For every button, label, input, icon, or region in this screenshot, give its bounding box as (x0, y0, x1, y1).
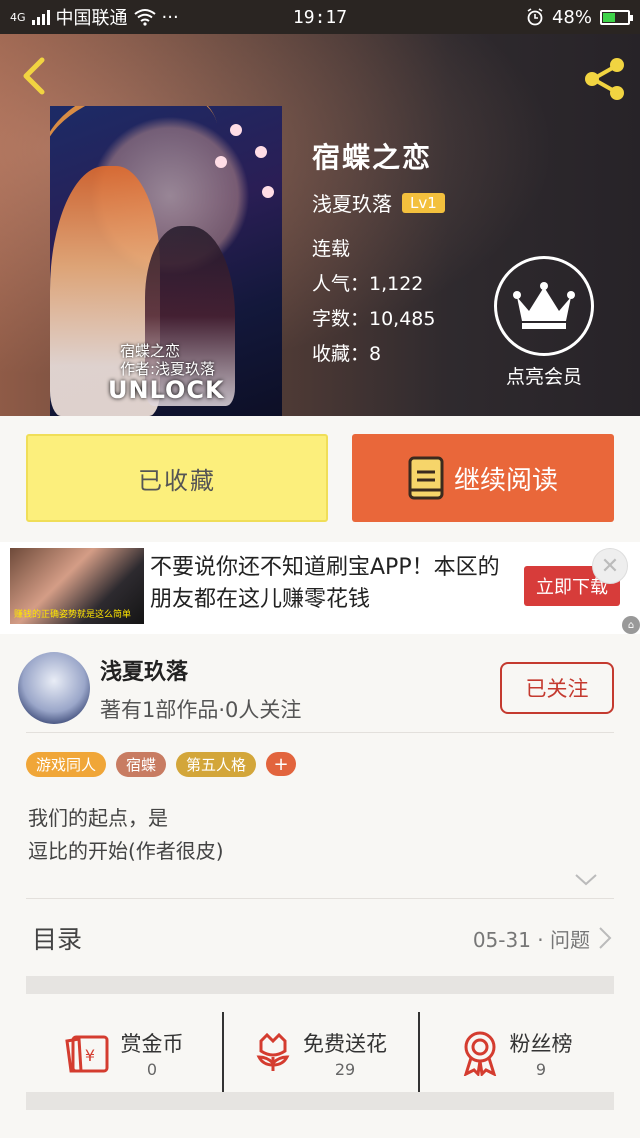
author-row: 浅夏玖落 Lv1 (312, 188, 445, 217)
back-button[interactable] (14, 54, 58, 98)
catalog-latest-chapter: 05-31 · 问题 (472, 927, 590, 952)
cover-caption-title: 宿蝶之恋 (120, 342, 181, 360)
battery-icon (600, 9, 633, 25)
popularity-stat: 人气：1,122 (312, 273, 424, 295)
author-name[interactable]: 浅夏玖落 (100, 654, 188, 686)
book-intro: 我们的起点，是 逗比的开始(作者很皮) (28, 806, 224, 863)
tag-list: 游戏同人 宿蝶 第五人格 + (26, 752, 297, 777)
carrier-name: 中国联通 (55, 8, 128, 29)
fan-ranking-label: 粉丝榜 (509, 1031, 573, 1056)
tag-item[interactable]: 游戏同人 (26, 752, 107, 777)
free-flower-label: 免费送花 (303, 1031, 387, 1056)
book-hero: 宿蝶之恋 作者:浅夏玖落 UNLOCK 宿蝶之恋 浅夏玖落 Lv1 连载 人气：… (0, 34, 640, 416)
red-envelope-icon: ¥ (64, 1035, 108, 1073)
section-gap (26, 976, 614, 994)
level-badge: Lv1 (402, 192, 445, 213)
ad-text: 不要说你还不知道刷宝APP！本区的朋友都在这儿赚零花钱 (150, 555, 500, 612)
favorites-stat: 收藏：8 (312, 343, 382, 365)
cover-blossom (215, 156, 227, 168)
battery-percent: 48% (551, 6, 592, 28)
tag-item[interactable]: 宿蝶 (116, 752, 167, 777)
author-section: 浅夏玖落 著有1部作品·0人关注 已关注 游戏同人 宿蝶 第五人格 + 我们的起… (0, 634, 640, 1138)
chevron-left-icon (23, 57, 45, 95)
vip-circle (494, 256, 594, 356)
close-icon: ✕ (600, 553, 620, 579)
network-type: 4G (10, 10, 26, 24)
book-icon (408, 456, 444, 500)
alarm-icon (527, 8, 543, 26)
expand-button[interactable] (574, 872, 598, 886)
book-cover[interactable]: 宿蝶之恋 作者:浅夏玖落 UNLOCK (50, 106, 282, 416)
reward-coin-value: 0 (146, 1059, 158, 1079)
cover-blossom (262, 186, 274, 198)
cover-logo: UNLOCK (108, 376, 225, 404)
ad-banner[interactable]: 赚钱的正确姿势就是这么简单 不要说你还不知道刷宝APP！本区的朋友都在这儿赚零花… (0, 542, 640, 634)
ad-thumb-caption: 赚钱的正确姿势就是这么简单 (14, 610, 132, 620)
continue-reading-label: 继续阅读 (453, 465, 558, 496)
more-dots: ··· (161, 6, 179, 28)
share-icon (585, 58, 624, 100)
medal-icon (463, 1031, 496, 1076)
signal-icon (31, 9, 50, 25)
fan-ranking-value: 9 (535, 1059, 547, 1079)
vip-button[interactable]: 点亮会员 (494, 256, 594, 389)
chevron-down-icon (575, 874, 597, 886)
ad-thumbnail: 赚钱的正确姿势就是这么简单 (10, 548, 144, 624)
catalog-title: 目录 (32, 925, 83, 954)
catalog-row[interactable]: 目录 05-31 · 问题 (26, 900, 614, 976)
avatar[interactable] (18, 652, 90, 724)
battery-level-fill (603, 12, 615, 22)
follow-button[interactable]: 已关注 (500, 662, 614, 714)
tag-item[interactable]: 第五人格 (176, 752, 257, 777)
action-bar: 已收藏 继续阅读 (0, 416, 640, 542)
book-meta: 连载 人气：1,122 字数：10,485 收藏：8 (312, 232, 435, 372)
divider (26, 898, 614, 899)
add-tag-button[interactable]: + (266, 752, 297, 776)
cover-blossom (255, 146, 267, 158)
cover-caption: 宿蝶之恋 作者:浅夏玖落 (120, 342, 215, 378)
crown-icon (513, 282, 575, 329)
author-stats: 著有1部作品·0人关注 (100, 698, 302, 722)
ad-info-icon[interactable]: ⌂ (622, 616, 640, 634)
flower-icon (256, 1032, 290, 1071)
wifi-icon (133, 9, 156, 26)
divider (26, 732, 614, 733)
status-bar: 4G 中国联通 ··· 19:17 48% (0, 0, 640, 34)
collected-button[interactable]: 已收藏 (26, 434, 328, 522)
book-title: 宿蝶之恋 (312, 141, 433, 174)
share-button[interactable] (580, 54, 630, 104)
chevron-right-icon (599, 927, 612, 949)
vip-label: 点亮会员 (505, 366, 582, 388)
word-count-stat: 字数：10,485 (312, 308, 436, 330)
author-name-link[interactable]: 浅夏玖落 (312, 188, 392, 217)
section-gap (26, 1092, 614, 1110)
cover-blossom (230, 124, 242, 136)
free-flower-value: 29 (334, 1059, 356, 1079)
serial-status: 连载 (312, 238, 351, 260)
reward-coin-label: 赏金币 (120, 1031, 184, 1056)
continue-reading-button[interactable]: 继续阅读 (352, 434, 614, 522)
ad-close-button[interactable]: ✕ (592, 548, 628, 584)
svg-text:¥: ¥ (84, 1046, 94, 1065)
